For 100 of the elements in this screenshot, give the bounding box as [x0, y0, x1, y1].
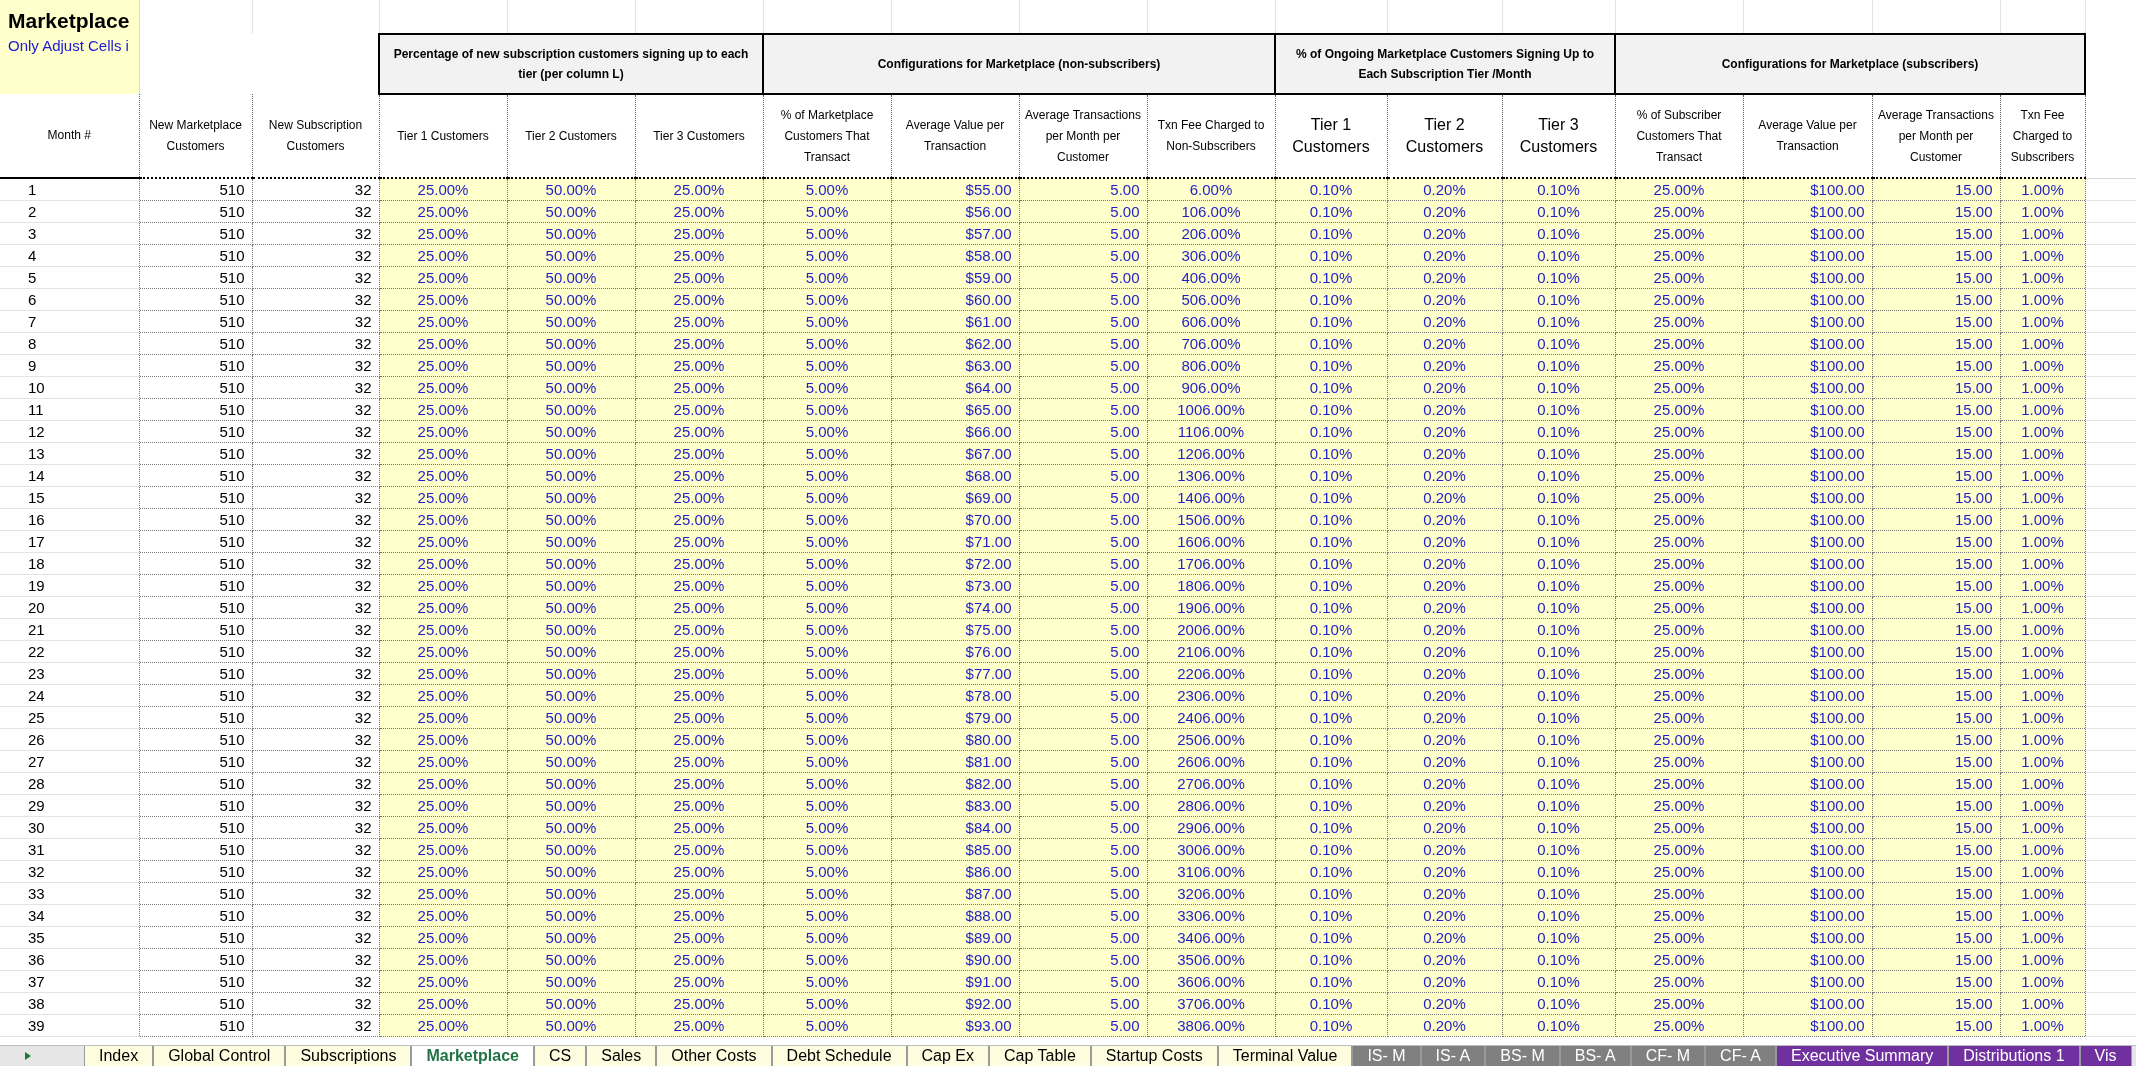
data-cell: 0.20%: [1387, 178, 1502, 201]
sheet-tab[interactable]: Marketplace: [411, 1046, 534, 1066]
data-cell: 510: [139, 772, 252, 795]
data-cell: $55.00: [891, 178, 1019, 201]
sheet-tab[interactable]: Other Costs: [656, 1046, 772, 1066]
month-number: 38: [0, 992, 139, 1015]
data-cell: 510: [139, 640, 252, 663]
group-header: % of Ongoing Marketplace Customers Signing Up to Each Subscription Tier /Month: [1275, 34, 1615, 94]
data-cell: 510: [139, 398, 252, 421]
month-number: 14: [0, 464, 139, 487]
sheet-tab[interactable]: Distributions 1: [1948, 1046, 2080, 1066]
sheet-tab[interactable]: CF- A: [1705, 1046, 1776, 1066]
month-number: 9: [0, 354, 139, 377]
month-number: 37: [0, 970, 139, 993]
data-cell: 1.00%: [2000, 178, 2085, 201]
data-cell: 6.00%: [1147, 178, 1275, 201]
data-cell: 510: [139, 420, 252, 443]
data-cell: 510: [139, 596, 252, 619]
month-number: 29: [0, 794, 139, 817]
month-number: 24: [0, 684, 139, 707]
group-header: Percentage of new subscription customers signing up to each tier (per column L): [379, 34, 763, 94]
column-header: New Marketplace Customers: [139, 94, 252, 178]
month-number: 25: [0, 706, 139, 729]
sheet-tab[interactable]: Index: [84, 1046, 154, 1066]
data-cell: 510: [139, 618, 252, 641]
month-number: 27: [0, 750, 139, 773]
data-cell: 510: [139, 838, 252, 861]
month-number: 1: [0, 178, 139, 201]
month-number: 28: [0, 772, 139, 795]
sheet-tab[interactable]: BS- M: [1485, 1046, 1560, 1066]
month-number: 12: [0, 420, 139, 443]
data-cell: 510: [139, 530, 252, 553]
data-cell: 510: [139, 178, 252, 201]
month-number: 22: [0, 640, 139, 663]
group-header: Configurations for Marketplace (subscribers): [1615, 34, 2085, 94]
data-cell: 510: [139, 728, 252, 751]
data-cell: 510: [139, 200, 252, 223]
sheet-tab[interactable]: Cap Table: [989, 1046, 1091, 1066]
sheet-tab[interactable]: CF- M: [1630, 1046, 1706, 1066]
sheet-tab[interactable]: Executive Summary: [1775, 1046, 1949, 1066]
sheet-tab[interactable]: Debt Schedule: [771, 1046, 907, 1066]
month-number: 21: [0, 618, 139, 641]
data-cell: 0.10%: [1502, 178, 1615, 201]
month-number: 7: [0, 310, 139, 333]
month-number: 6: [0, 288, 139, 311]
data-cell: 510: [139, 376, 252, 399]
month-number: 26: [0, 728, 139, 751]
data-cell: 510: [139, 684, 252, 707]
month-number: 16: [0, 508, 139, 531]
data-cell: 510: [139, 552, 252, 575]
data-cell: 510: [139, 288, 252, 311]
sheet-tab[interactable]: IS- A: [1420, 1046, 1486, 1066]
data-cell: 510: [139, 244, 252, 267]
month-number: 36: [0, 948, 139, 971]
sheet-tab[interactable]: Terminal Value: [1217, 1046, 1353, 1066]
sheet-title: Marketplace: [7, 8, 131, 34]
scroll-right-icon[interactable]: [24, 1051, 32, 1061]
data-cell: 50.00%: [507, 178, 635, 201]
month-number: 15: [0, 486, 139, 509]
month-number: 35: [0, 926, 139, 949]
group-header: Configurations for Marketplace (non-subscribers): [763, 34, 1275, 94]
data-cell: 510: [139, 926, 252, 949]
data-cell: 510: [139, 266, 252, 289]
month-number: 31: [0, 838, 139, 861]
data-cell: 510: [139, 948, 252, 971]
sheet-tab[interactable]: Vis: [2079, 1046, 2132, 1066]
month-number: 20: [0, 596, 139, 619]
sheet-tab[interactable]: Global Control: [153, 1046, 286, 1066]
month-number: 5: [0, 266, 139, 289]
month-number: 34: [0, 904, 139, 927]
instruction-note: Only Adjust Cells i: [7, 36, 130, 56]
data-cell: 510: [139, 816, 252, 839]
month-number: 8: [0, 332, 139, 355]
data-cell: 5.00%: [763, 178, 891, 201]
data-cell: 510: [139, 904, 252, 927]
column-header: Month #: [0, 94, 139, 178]
month-number: 32: [0, 860, 139, 883]
data-cell: 510: [139, 970, 252, 993]
data-cell: 510: [139, 442, 252, 465]
column-header: New Subscription Customers: [252, 94, 379, 178]
data-cell: 510: [139, 332, 252, 355]
month-number: 3: [0, 222, 139, 245]
sheet-tab[interactable]: IS- M: [1352, 1046, 1421, 1066]
sheet-tab[interactable]: BS- A: [1559, 1046, 1631, 1066]
data-cell: 510: [139, 310, 252, 333]
data-cell: 15.00: [1872, 178, 2000, 201]
data-cell: 510: [139, 508, 252, 531]
data-cell: 510: [139, 486, 252, 509]
month-number: 30: [0, 816, 139, 839]
data-cell: 510: [139, 574, 252, 597]
data-cell: 0.10%: [1275, 178, 1387, 201]
data-cell: 510: [139, 882, 252, 905]
month-number: 13: [0, 442, 139, 465]
sheet-tab[interactable]: CS: [533, 1046, 587, 1066]
sheet-tab[interactable]: Sales: [586, 1046, 657, 1066]
month-number: 23: [0, 662, 139, 685]
month-number: 4: [0, 244, 139, 267]
sheet-tab[interactable]: Startup Costs: [1090, 1046, 1218, 1066]
sheet-tab[interactable]: Cap Ex: [906, 1046, 990, 1066]
sheet-tab[interactable]: Subscriptions: [285, 1046, 412, 1066]
